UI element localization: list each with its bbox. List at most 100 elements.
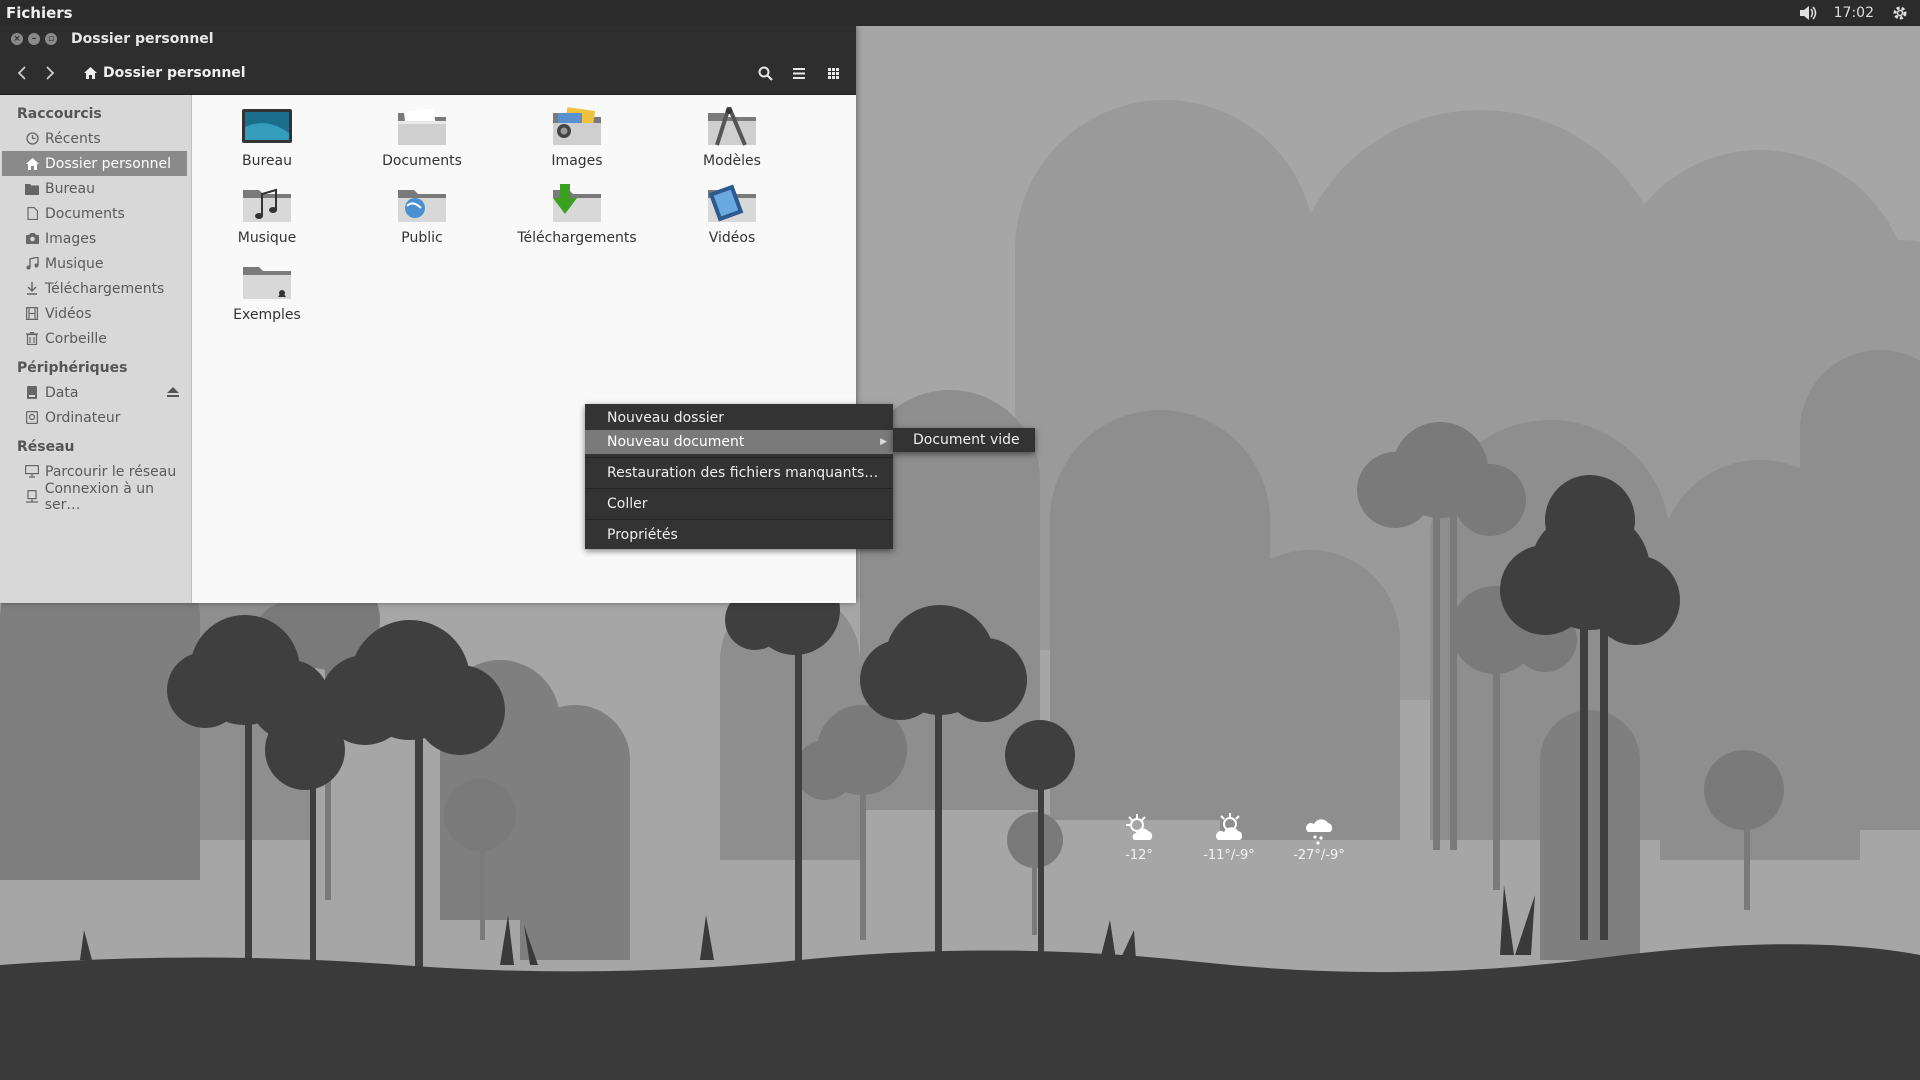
sidebar-item-label: Vidéos (45, 305, 92, 322)
sidebar-heading-network: Réseau (17, 439, 75, 455)
back-button[interactable] (8, 59, 36, 87)
volume-icon[interactable] (1798, 3, 1818, 23)
sun-cloud-icon (1126, 814, 1153, 840)
file-label: Téléchargements (517, 230, 637, 246)
sidebar-item-data-drive[interactable]: Data (0, 380, 191, 405)
drive-icon (25, 386, 39, 400)
top-panel: Fichiers 17:02 (0, 0, 1920, 26)
camera-icon (25, 232, 39, 246)
menu-item-restore-missing-files[interactable]: Restauration des fichiers manquants… (585, 461, 893, 485)
film-icon (25, 307, 39, 321)
maximize-window-button[interactable]: ▫ (45, 33, 57, 45)
menu-item-new-folder[interactable]: Nouveau dossier (585, 406, 893, 430)
sidebar-item-label: Connexion à un ser… (44, 480, 154, 513)
file-label: Bureau (242, 153, 292, 169)
path-bar-home-button[interactable]: Dossier personnel (76, 59, 254, 87)
sidebar-item-documents[interactable]: Documents (0, 201, 191, 226)
file-label: Musique (237, 230, 297, 246)
sidebar-item-music[interactable]: Musique (0, 251, 191, 276)
toolbar: Dossier personnel (0, 52, 856, 95)
file-label: Modèles (703, 153, 761, 169)
file-item-exemples[interactable]: Exemples (192, 261, 342, 323)
sidebar-item-label: Images (45, 230, 97, 247)
public-folder-icon (397, 184, 447, 224)
file-item-telechargements[interactable]: Téléchargements (502, 184, 652, 246)
sidebar-item-videos[interactable]: Vidéos (0, 301, 191, 326)
file-item-documents[interactable]: Documents (347, 107, 497, 169)
sidebar-item-label: Data (45, 384, 79, 401)
file-label: Vidéos (708, 230, 756, 246)
templates-folder-icon (707, 106, 757, 147)
examples-folder-icon (242, 261, 292, 301)
app-menu-title[interactable]: Fichiers (0, 4, 73, 22)
download-icon (25, 282, 39, 296)
list-view-icon (793, 67, 805, 79)
sidebar-item-home[interactable]: Dossier personnel (2, 151, 187, 176)
network-icon (25, 465, 39, 479)
menu-separator (585, 457, 893, 458)
sidebar-item-label: Corbeille (45, 330, 107, 347)
grid-view-icon (827, 67, 839, 79)
sidebar-heading-shortcuts: Raccourcis (17, 106, 102, 122)
weather-day: -27°/-9° (1292, 812, 1346, 863)
music-icon (25, 257, 39, 271)
menu-item-properties[interactable]: Propriétés (585, 523, 893, 547)
path-label: Dossier personnel (103, 65, 246, 81)
home-icon (25, 157, 39, 171)
file-item-bureau[interactable]: Bureau (192, 107, 342, 169)
menu-item-new-document[interactable]: Nouveau document ▶ (585, 430, 893, 454)
weather-day: -11°/-9° (1202, 812, 1256, 863)
file-item-images[interactable]: Images (502, 107, 652, 169)
sidebar-item-label: Dossier personnel (45, 155, 172, 172)
trash-icon (25, 332, 39, 346)
sidebar-item-trash[interactable]: Corbeille (0, 326, 191, 351)
close-window-button[interactable]: × (11, 33, 23, 45)
sidebar-item-label: Parcourir le réseau (45, 463, 177, 480)
grid-view-button[interactable] (820, 60, 846, 86)
sidebar-heading-devices: Périphériques (17, 360, 128, 376)
sun-cloud-icon (1216, 813, 1243, 840)
sidebar-item-label: Récents (45, 130, 101, 147)
sidebar-item-downloads[interactable]: Téléchargements (0, 276, 191, 301)
sidebar-item-label: Musique (45, 255, 104, 272)
forward-button[interactable] (36, 59, 64, 87)
file-label: Public (401, 230, 443, 246)
sidebar-item-desktop[interactable]: Bureau (0, 176, 191, 201)
menu-separator (585, 488, 893, 489)
sidebar-item-connect-server[interactable]: Connexion à un ser… (0, 481, 191, 513)
music-folder-icon (242, 184, 292, 224)
clock-icon (25, 132, 39, 146)
file-item-public[interactable]: Public (347, 184, 497, 246)
documents-folder-icon (397, 107, 447, 147)
menu-item-paste[interactable]: Coller (585, 492, 893, 516)
sidebar-item-label: Téléchargements (45, 280, 165, 297)
file-label: Exemples (233, 307, 301, 323)
minimize-window-button[interactable]: – (28, 33, 40, 45)
context-menu: Nouveau dossier Nouveau document ▶ Resta… (585, 404, 893, 549)
document-icon (25, 207, 39, 221)
submenu-arrow-icon: ▶ (880, 437, 887, 447)
weather-temp: -27°/-9° (1293, 848, 1345, 863)
forward-arrow-icon (46, 66, 55, 80)
snow-cloud-icon (1306, 819, 1333, 845)
computer-icon (25, 411, 39, 425)
folder-icon (25, 182, 39, 196)
search-icon (758, 66, 773, 81)
menu-separator (585, 519, 893, 520)
file-label: Documents (382, 153, 462, 169)
gear-icon[interactable] (1890, 3, 1910, 23)
sidebar-item-label: Ordinateur (45, 409, 121, 426)
sidebar-item-computer[interactable]: Ordinateur (0, 405, 191, 430)
eject-icon[interactable] (167, 385, 179, 401)
sidebar-item-recent[interactable]: Récents (0, 126, 191, 151)
search-button[interactable] (752, 60, 778, 86)
weather-temp: -12° (1125, 848, 1153, 863)
list-view-button[interactable] (786, 60, 812, 86)
file-item-modeles[interactable]: Modèles (657, 106, 807, 169)
window-titlebar[interactable]: × – ▫ Dossier personnel (0, 26, 856, 52)
sidebar-item-pictures[interactable]: Images (0, 226, 191, 251)
file-item-videos[interactable]: Vidéos (657, 184, 807, 246)
file-item-musique[interactable]: Musique (192, 184, 342, 246)
clock[interactable]: 17:02 (1834, 5, 1874, 21)
menu-item-empty-document[interactable]: Document vide (893, 428, 1020, 452)
